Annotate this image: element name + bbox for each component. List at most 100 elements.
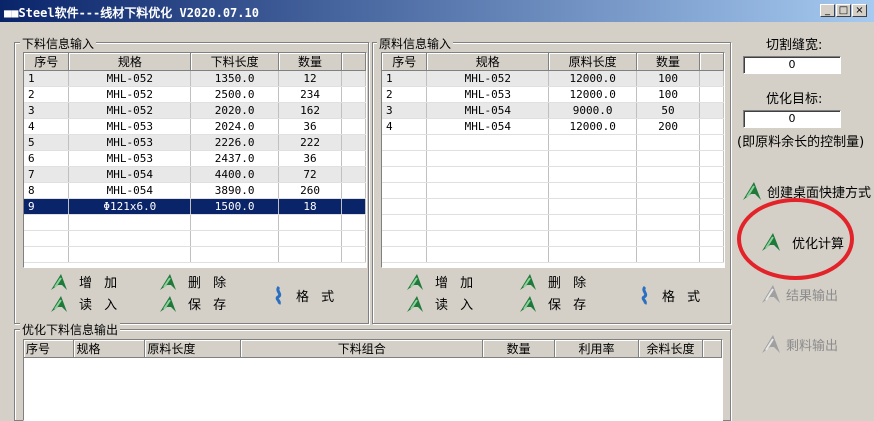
cell-index[interactable]: 1 [24,70,70,87]
kerf-input[interactable]: 0 [743,56,841,74]
cell-spec[interactable] [68,214,192,231]
cell-quantity[interactable]: 72 [278,166,342,183]
table-row[interactable]: 2 MHL-052 2500.0 234 [24,86,366,103]
table-row[interactable]: 1 MHL-052 1350.0 12 [24,70,366,87]
empty-row[interactable] [382,134,724,151]
cell-spec[interactable]: MHL-052 [426,70,550,87]
col-header-raw-length[interactable]: 原料长度 [548,53,638,71]
cell-index[interactable] [382,198,428,215]
col-header-cut-combination[interactable]: 下料组合 [240,340,484,358]
remnant-output-button[interactable]: 剩料输出 [760,334,838,354]
cell-index[interactable] [24,246,70,263]
cell-spec[interactable]: Φ121x6.0 [68,198,192,215]
cell-quantity[interactable] [636,182,700,199]
cell-quantity[interactable] [636,166,700,183]
raw-read-button[interactable]: 读 入 [405,294,477,313]
col-header-index[interactable]: 序号 [382,53,428,71]
cut-delete-button[interactable]: 删 除 [158,272,230,291]
cell-quantity[interactable]: 18 [278,198,342,215]
cell-length[interactable] [548,230,638,247]
cell-quantity[interactable]: 50 [636,102,700,119]
cell-length[interactable] [548,246,638,263]
cell-quantity[interactable] [278,230,342,247]
cell-quantity[interactable] [636,246,700,263]
cell-index[interactable] [382,166,428,183]
cell-length[interactable] [548,198,638,215]
cell-quantity[interactable]: 260 [278,182,342,199]
cell-spec[interactable] [426,134,550,151]
cell-quantity[interactable] [278,214,342,231]
table-row[interactable]: 3 MHL-054 9000.0 50 [382,102,724,119]
cell-length[interactable] [190,230,280,247]
cell-spec[interactable] [426,214,550,231]
cell-spec[interactable]: MHL-052 [68,70,192,87]
table-row[interactable]: 5 MHL-053 2226.0 222 [24,134,366,151]
minimize-button[interactable]: _ [820,4,835,17]
empty-row[interactable] [382,150,724,167]
empty-row[interactable] [382,198,724,215]
cell-index[interactable] [382,150,428,167]
cell-index[interactable] [382,134,428,151]
cell-index[interactable]: 3 [24,102,70,119]
col-header-spec[interactable]: 规格 [68,53,192,71]
cell-length[interactable] [548,150,638,167]
cell-length[interactable] [190,214,280,231]
cell-length[interactable]: 2024.0 [190,118,280,135]
empty-row[interactable] [24,214,366,231]
cell-length[interactable]: 1350.0 [190,70,280,87]
cell-index[interactable] [382,230,428,247]
empty-row[interactable] [24,246,366,263]
raw-save-button[interactable]: 保 存 [518,294,590,313]
cell-quantity[interactable]: 222 [278,134,342,151]
col-header-spec[interactable]: 规格 [426,53,550,71]
table-row[interactable]: 3 MHL-052 2020.0 162 [24,102,366,119]
cell-length[interactable]: 2020.0 [190,102,280,119]
cut-info-table[interactable]: 序号 规格 下料长度 数量 1 MHL-052 1350.0 12 2 MHL-052 25… [23,52,367,268]
cell-index[interactable]: 7 [24,166,70,183]
table-row[interactable]: 1 MHL-052 12000.0 100 [382,70,724,87]
cell-length[interactable]: 12000.0 [548,118,638,135]
cell-index[interactable] [24,214,70,231]
cell-length[interactable]: 2500.0 [190,86,280,103]
cell-length[interactable] [190,246,280,263]
cell-length[interactable] [548,182,638,199]
cell-quantity[interactable]: 162 [278,102,342,119]
cell-spec[interactable] [426,150,550,167]
col-header-remnant-length[interactable]: 余料长度 [638,340,703,358]
cell-spec[interactable]: MHL-054 [68,182,192,199]
cell-index[interactable]: 9 [24,198,70,215]
cell-quantity[interactable] [278,246,342,263]
empty-row[interactable] [382,166,724,183]
cell-index[interactable]: 5 [24,134,70,151]
cell-spec[interactable] [426,182,550,199]
cell-index[interactable] [382,246,428,263]
cell-quantity[interactable]: 234 [278,86,342,103]
col-header-quantity[interactable]: 数量 [636,53,700,71]
cell-spec[interactable]: MHL-052 [68,102,192,119]
cell-spec[interactable]: MHL-053 [426,86,550,103]
col-header-index[interactable]: 序号 [24,340,75,358]
empty-row[interactable] [382,246,724,263]
cell-length[interactable]: 1500.0 [190,198,280,215]
empty-row[interactable] [382,182,724,199]
cell-quantity[interactable]: 100 [636,70,700,87]
table-row[interactable]: 4 MHL-053 2024.0 36 [24,118,366,135]
cell-length[interactable]: 3890.0 [190,182,280,199]
title-bar[interactable]: ■■Steel软件---线材下料优化 V2020.07.10 _ □ × [0,0,874,22]
cut-add-button[interactable]: 增 加 [49,272,121,291]
table-row[interactable]: 9 Φ121x6.0 1500.0 18 [24,198,366,215]
empty-row[interactable] [382,230,724,247]
col-header-utilization[interactable]: 利用率 [554,340,639,358]
cell-length[interactable]: 4400.0 [190,166,280,183]
table-row[interactable]: 2 MHL-053 12000.0 100 [382,86,724,103]
col-header-index[interactable]: 序号 [24,53,70,71]
cell-spec[interactable]: MHL-053 [68,150,192,167]
cell-quantity[interactable]: 200 [636,118,700,135]
cell-quantity[interactable] [636,134,700,151]
col-header-quantity[interactable]: 数量 [278,53,342,71]
empty-row[interactable] [24,230,366,247]
cell-quantity[interactable] [636,230,700,247]
cell-index[interactable]: 2 [24,86,70,103]
cell-length[interactable] [548,214,638,231]
cell-quantity[interactable]: 36 [278,150,342,167]
